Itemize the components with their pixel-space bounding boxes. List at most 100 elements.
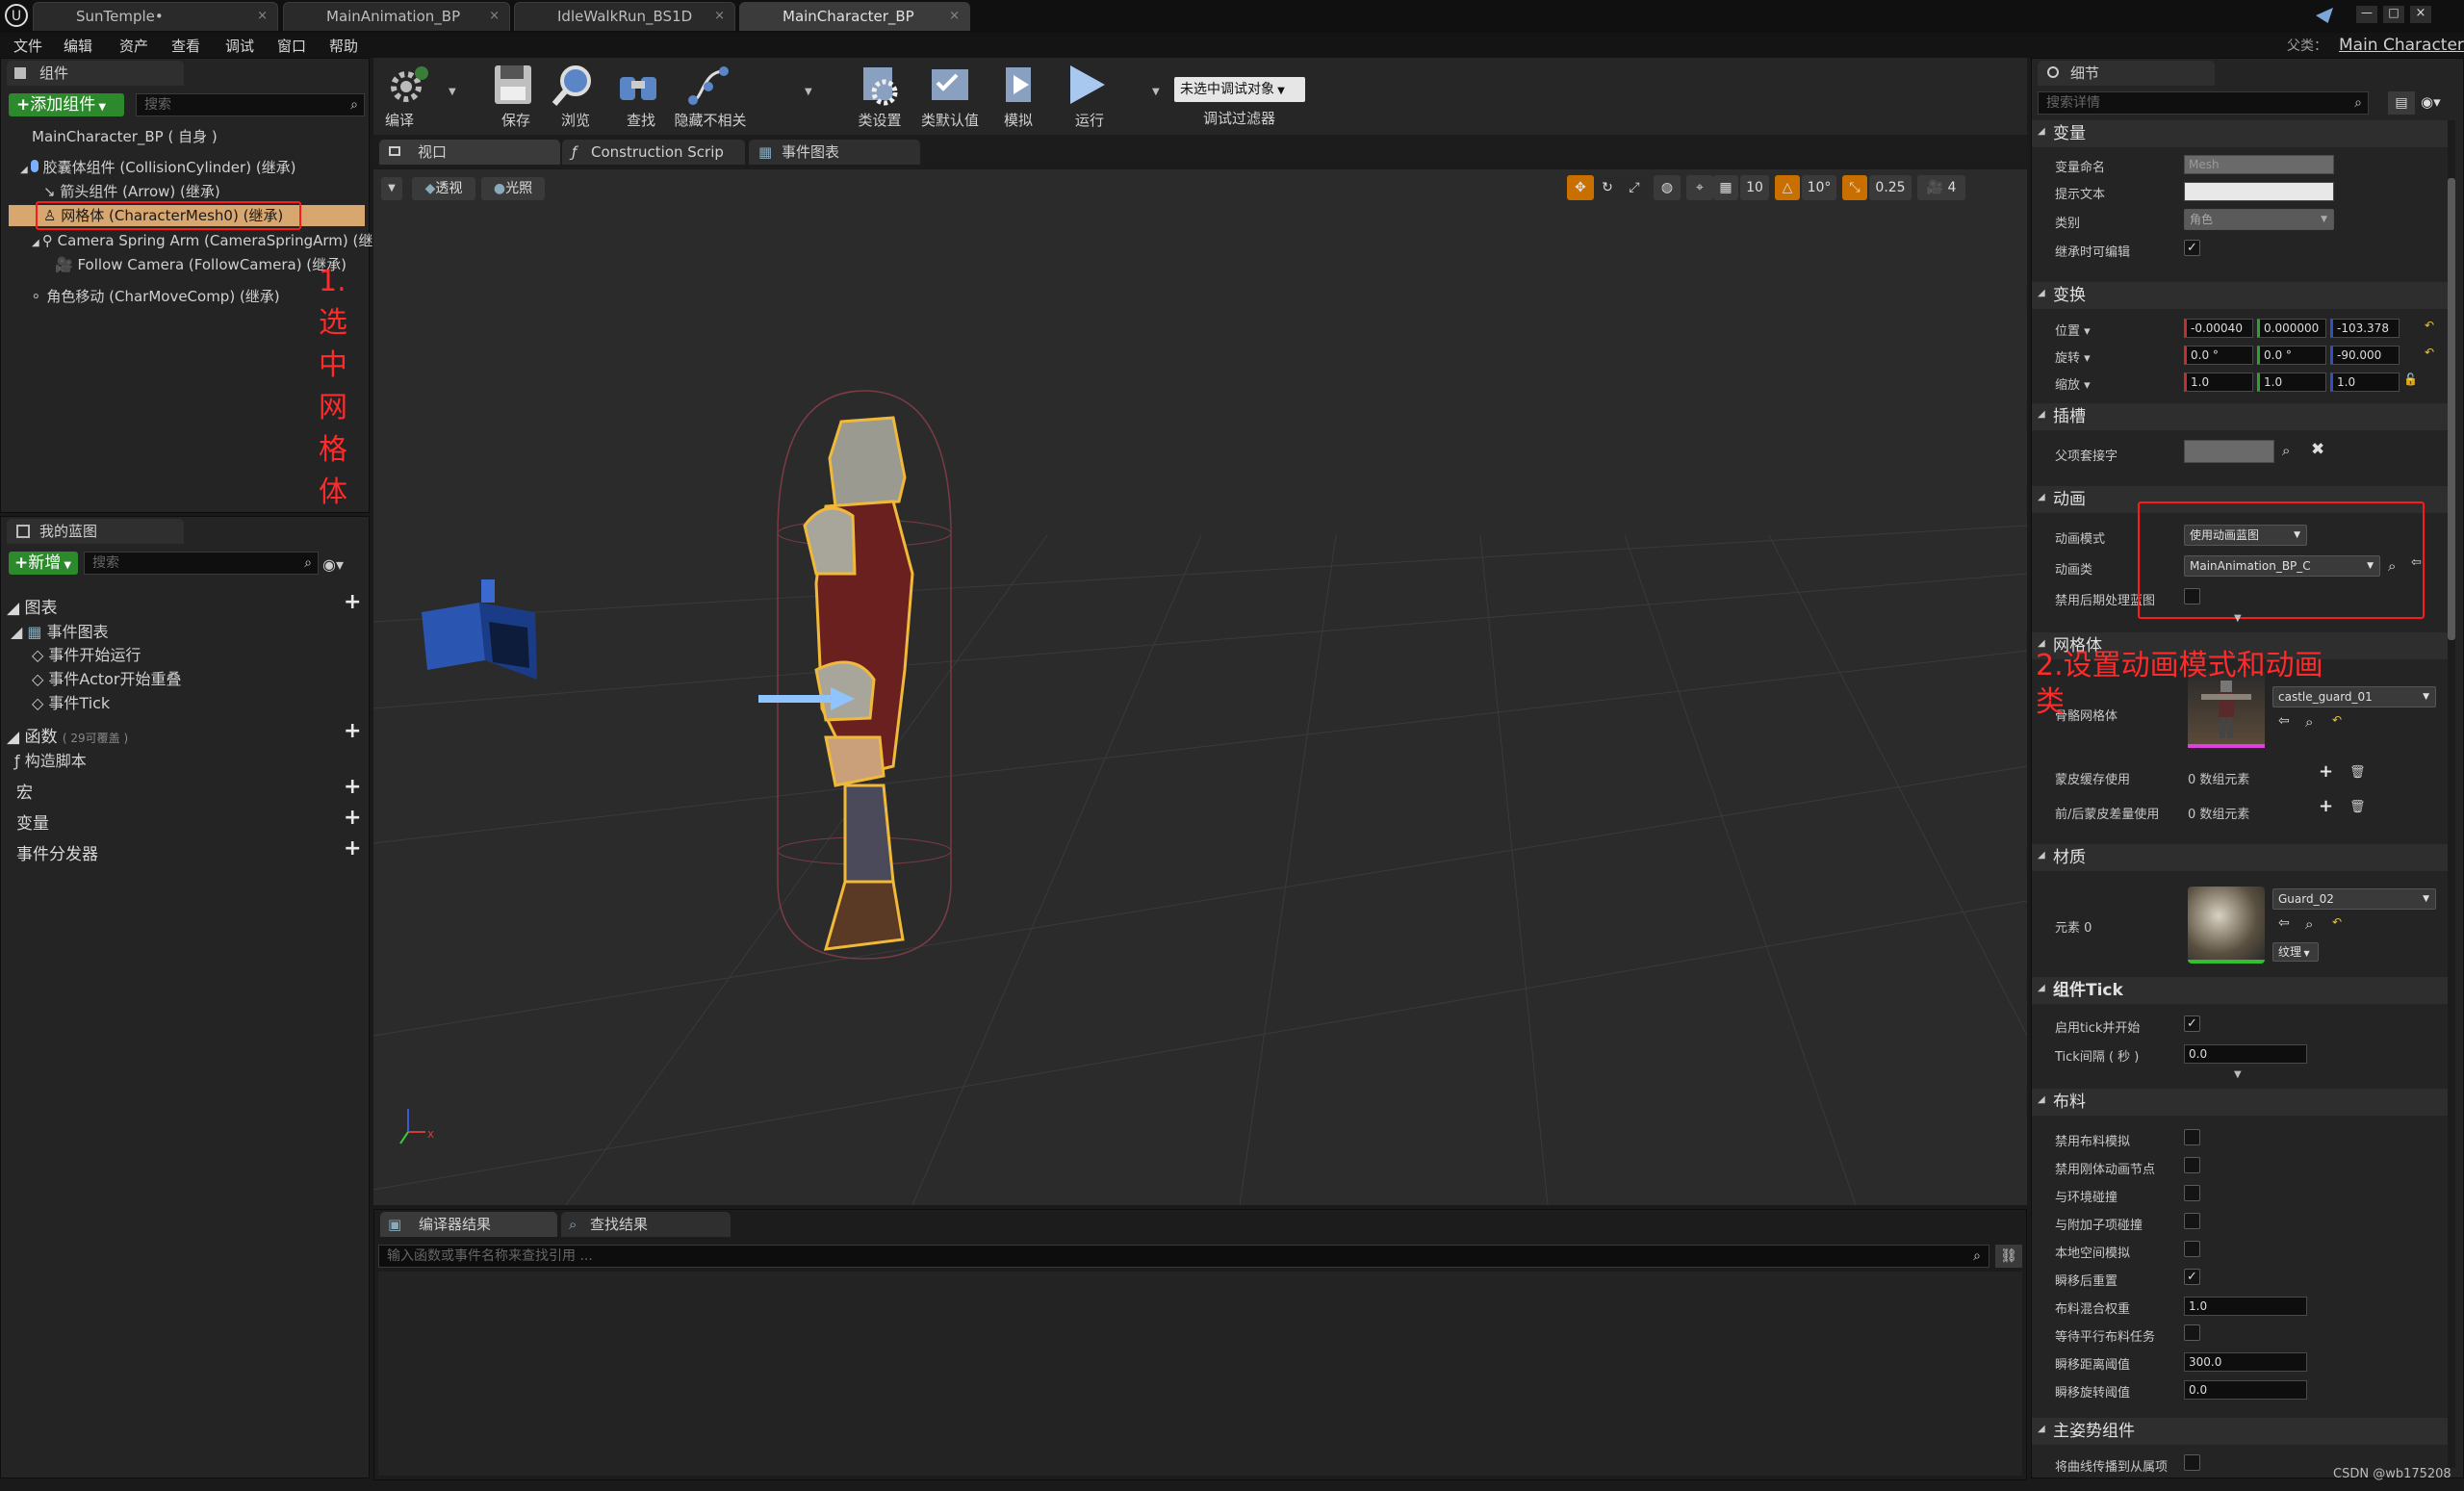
advanced-expand-icon[interactable]: ▼ [2234, 613, 2242, 624]
menu-view[interactable]: 查看 [171, 36, 200, 56]
hide-options-chevron-icon[interactable]: ▼ [805, 87, 812, 97]
menu-debug[interactable]: 调试 [225, 36, 254, 56]
add-macro-plus-icon[interactable]: + [344, 775, 361, 799]
menu-file[interactable]: 文件 [13, 36, 42, 56]
debug-object-select[interactable]: 未选中调试对象 ▼ [1174, 77, 1305, 102]
tab-compiler-results[interactable]: ▣ 编译器结果 [380, 1212, 557, 1237]
scale-z-field[interactable]: 1.0 [2330, 373, 2400, 392]
section-collapse-icon[interactable]: ◢ [2038, 1094, 2045, 1105]
scale-snap-icon[interactable]: ⤡ [1842, 175, 1867, 200]
component-spring-arm[interactable]: ◢ ⚲ Camera Spring Arm (CameraSpringArm) … [32, 230, 393, 250]
cloth-checkbox[interactable] [2184, 1157, 2200, 1173]
tooltip-field[interactable] [2184, 182, 2334, 201]
rotation-snap-icon[interactable]: △ [1775, 175, 1800, 200]
scale-x-field[interactable]: 1.0 [2184, 373, 2253, 392]
mesh-reset-arrow-icon[interactable]: ↶ [2332, 713, 2342, 727]
viewport-options-chevron-icon[interactable]: ▼ [381, 177, 402, 200]
component-capsule[interactable]: ◢ 胶囊体组件 (CollisionCylinder) (继承) [20, 157, 296, 177]
texture-dropdown[interactable]: 纹理 ▼ [2272, 942, 2319, 962]
lit-button[interactable]: ●光照 [481, 177, 545, 200]
viewport[interactable]: x ▼ ◆透视 ●光照 ✥ ↻ ⤢ ◍ ⌖ ▦ 10 △ 10° ⤡ 0.25 … [373, 169, 2027, 1205]
material-thumbnail[interactable] [2188, 887, 2265, 964]
graphs-section[interactable]: ◢ 图表 + [1, 590, 371, 618]
location-x-field[interactable]: -0.00040 [2184, 319, 2253, 338]
save-button[interactable]: 保存 [489, 62, 543, 131]
details-scrollbar[interactable] [2448, 120, 2455, 1468]
cloth-checkbox[interactable] [2184, 1324, 2200, 1341]
tab-maincharacter[interactable]: MainCharacter_BP × [739, 2, 970, 31]
expand-arrow-icon[interactable]: ◢ [32, 238, 42, 248]
rotation-label[interactable]: 旋转 ▾ [2055, 347, 2091, 366]
event-actor-overlap[interactable]: ◇ 事件Actor开始重叠 [32, 666, 182, 689]
add-dispatcher-plus-icon[interactable]: + [344, 836, 361, 861]
master-pose-checkbox[interactable] [2184, 1454, 2200, 1471]
var-name-field[interactable]: Mesh [2184, 155, 2334, 174]
construction-script-item[interactable]: ƒ 构造脚本 [14, 748, 87, 771]
add-variable-plus-icon[interactable]: + [344, 806, 361, 830]
tab-event-graph[interactable]: ▦ 事件图表 [749, 140, 920, 165]
socket-search-icon[interactable]: ⌕ [2282, 442, 2290, 459]
find-button[interactable]: 查找 [614, 62, 668, 131]
close-button[interactable]: × [2410, 6, 2431, 23]
blueprint-search-input[interactable]: 搜索 ⌕ [84, 552, 319, 575]
feedback-icon[interactable] [2316, 8, 2333, 23]
section-collapse-icon[interactable]: ◢ [2038, 1424, 2045, 1434]
my-blueprint-tab[interactable]: 我的蓝图 [7, 519, 184, 544]
world-local-icon[interactable]: ◍ [1654, 175, 1681, 200]
rotation-z-field[interactable]: -90.000 [2330, 346, 2400, 365]
property-matrix-icon[interactable]: ▤ [2388, 91, 2415, 115]
simulate-button[interactable]: 模拟 [989, 62, 1047, 131]
reset-rotation-arrow-icon[interactable]: ↶ [2425, 346, 2434, 359]
cloth-checkbox[interactable]: ✓ [2184, 1269, 2200, 1285]
class-defaults-button[interactable]: 类默认值 [918, 62, 982, 131]
components-search-input[interactable]: 搜索 ⌕ [136, 93, 365, 116]
class-settings-button[interactable]: 类设置 [851, 62, 909, 131]
grid-snap-icon[interactable]: ▦ [1713, 175, 1738, 200]
tick-section[interactable]: 组件Tick [2032, 977, 2455, 1004]
material-search-icon[interactable]: ⌕ [2305, 915, 2313, 933]
section-collapse-icon[interactable]: ◢ [2038, 288, 2045, 298]
menu-window[interactable]: 窗口 [277, 36, 306, 56]
hide-unrelated-button[interactable]: 隐藏不相关 [668, 62, 753, 131]
socket-clear-icon[interactable]: ✖ [2311, 440, 2324, 459]
section-collapse-icon[interactable]: ◢ [2038, 983, 2045, 993]
tab-find-results[interactable]: ⌕ 查找结果 [561, 1212, 731, 1237]
details-search-input[interactable]: 搜索详情 ⌕ [2038, 91, 2369, 115]
browse-button[interactable]: 浏览 [549, 62, 603, 131]
grid-snap-value[interactable]: 10 [1740, 175, 1769, 200]
cloth-checkbox[interactable] [2184, 1185, 2200, 1201]
tab-viewport[interactable]: 视口 [379, 140, 560, 165]
teleport-rotation-field[interactable]: 0.0 [2184, 1380, 2307, 1400]
section-collapse-icon[interactable]: ◢ [2038, 126, 2045, 137]
cloth-blend-field[interactable]: 1.0 [2184, 1297, 2307, 1316]
minimize-button[interactable]: — [2356, 6, 2377, 23]
rotate-tool-icon[interactable]: ↻ [1594, 175, 1621, 200]
skin-cache-add-icon[interactable]: + [2319, 761, 2333, 782]
expand-arrow-icon[interactable]: ◢ [20, 165, 31, 175]
surface-snap-icon[interactable]: ⌖ [1686, 175, 1713, 200]
teleport-distance-field[interactable]: 300.0 [2184, 1352, 2307, 1372]
editable-checkbox[interactable]: ✓ [2184, 240, 2200, 256]
functions-section[interactable]: ◢ 函数 ( 29可覆盖 ) + [1, 719, 371, 747]
pre-skin-delete-icon[interactable]: 🗑 [2349, 800, 2366, 814]
master-pose-section[interactable]: 主姿势组件 [2032, 1418, 2455, 1445]
component-follow-camera[interactable]: 🎥 Follow Camera (FollowCamera) (继承) [55, 254, 346, 274]
category-dropdown[interactable]: 角色 ▼ [2184, 209, 2334, 230]
cloth-checkbox[interactable] [2184, 1129, 2200, 1145]
menu-asset[interactable]: 资产 [119, 36, 148, 56]
parent-socket-field[interactable] [2184, 440, 2274, 463]
component-root[interactable]: MainCharacter_BP ( 自身 ) [32, 126, 218, 146]
event-graph-item[interactable]: ◢ ▦ 事件图表 [11, 619, 109, 642]
menu-help[interactable]: 帮助 [329, 36, 358, 56]
transform-section[interactable]: 变换 [2032, 282, 2455, 309]
sockets-section[interactable]: 插槽 [2032, 403, 2455, 430]
new-button[interactable]: +新增 ▼ [9, 552, 78, 575]
cloth-checkbox[interactable] [2184, 1241, 2200, 1257]
material-dropdown[interactable]: Guard_02 ▼ [2272, 888, 2436, 910]
play-button[interactable]: 运行 [1063, 62, 1116, 131]
advanced-expand-icon[interactable]: ▼ [2234, 1069, 2242, 1080]
tab-idlewalkrun[interactable]: IdleWalkRun_BS1D × [514, 2, 735, 31]
add-graph-plus-icon[interactable]: + [344, 590, 361, 614]
scale-snap-value[interactable]: 0.25 [1869, 175, 1912, 200]
event-tick[interactable]: ◇ 事件Tick [32, 690, 110, 713]
